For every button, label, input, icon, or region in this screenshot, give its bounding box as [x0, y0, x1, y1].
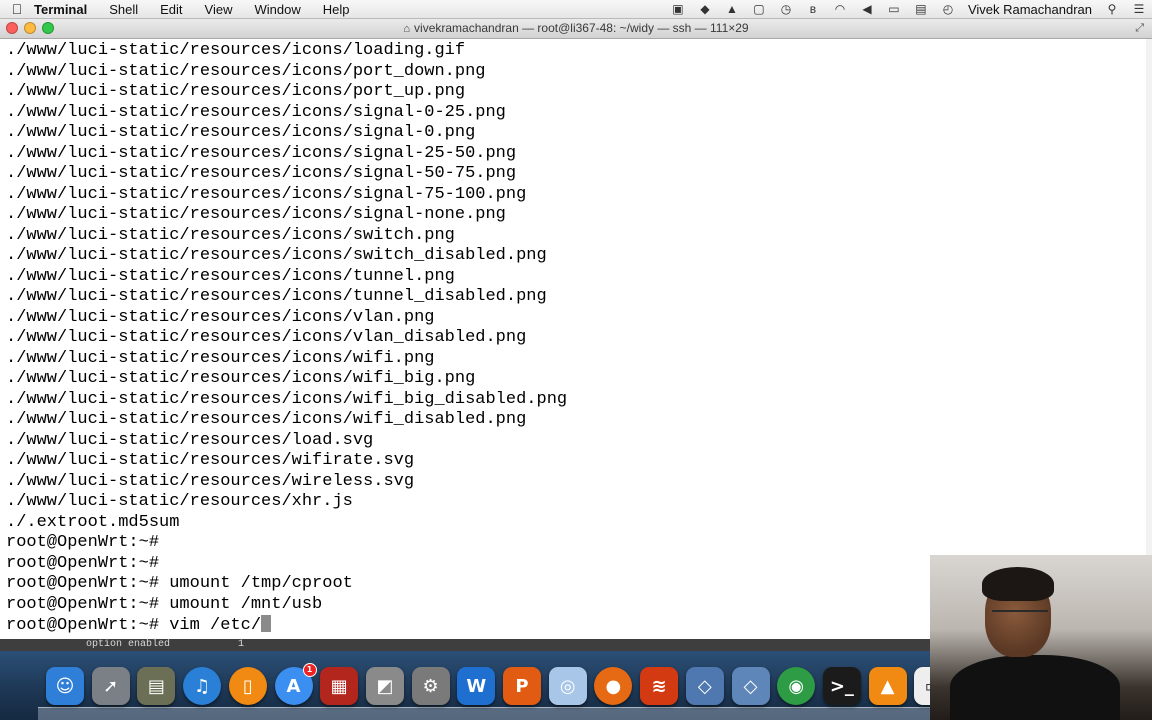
menu-view[interactable]: View: [205, 2, 233, 17]
presenter-shirt: [950, 655, 1120, 720]
volume-icon[interactable]: ◀: [860, 2, 874, 16]
presenter-glasses: [992, 610, 1048, 624]
image-capture-icon[interactable]: ▤: [137, 667, 176, 705]
menu-window[interactable]: Window: [255, 2, 301, 17]
screen-icon[interactable]: ▭: [914, 667, 930, 705]
menu-extras: ▣ ◆ ▲ ▢ ◷ ʙ ◠ ◀ ▭ ▤ ◴ Vivek Ramachandran…: [671, 0, 1146, 18]
terminal-prompt: root@OpenWrt:~#: [6, 616, 170, 635]
window-title: vivekramachandran — root@li367-48: ~/wid…: [414, 21, 749, 35]
terminal-line: ./www/luci-static/resources/icons/signal…: [6, 143, 517, 163]
status-left-text: option enabled: [86, 639, 171, 650]
terminal-line: ./www/luci-static/resources/icons/signal…: [6, 102, 506, 122]
terminal-line: root@OpenWrt:~# umount /tmp/cproot: [6, 574, 353, 593]
terminal-line: ./www/luci-static/resources/icons/wifi_d…: [6, 410, 527, 429]
terminal-line: ./.extroot.md5sum: [6, 512, 180, 532]
terminal-line: ./www/luci-static/resources/wireless.svg: [6, 471, 415, 491]
menu-edit[interactable]: Edit: [160, 2, 182, 17]
terminal-line: ./www/luci-static/resources/icons/signal…: [6, 164, 517, 183]
home-folder-icon: ⌂: [403, 23, 411, 35]
apple-menu-icon[interactable]: : [0, 1, 34, 17]
terminal-cursor: [261, 615, 272, 632]
terminal-line: ./www/luci-static/resources/icons/tunnel…: [6, 287, 547, 306]
window-title-bar[interactable]: ⌂ vivekramachandran — root@li367-48: ~/wi…: [0, 19, 1152, 39]
terminal-line: root@OpenWrt:~#: [6, 533, 160, 552]
terminal-line: ./www/luci-static/resources/icons/switch…: [6, 246, 547, 265]
preview-viewer-icon[interactable]: ◎: [548, 667, 587, 705]
itunes-icon[interactable]: ♫: [183, 667, 222, 705]
bluetooth-icon[interactable]: ʙ: [806, 2, 820, 16]
notification-bell-icon[interactable]: ▲: [725, 2, 739, 16]
vim-status-strip: option enabled 1: [0, 639, 930, 651]
launchpad-icon[interactable]: ➚: [91, 667, 130, 705]
user-name[interactable]: Vivek Ramachandran: [968, 2, 1092, 17]
dock-shelf: [38, 707, 930, 720]
fullscreen-icon[interactable]: ⤢: [1135, 22, 1144, 35]
clock-icon[interactable]: ◴: [941, 2, 955, 16]
system-preferences-icon[interactable]: ⚙: [411, 667, 450, 705]
terminal-line: root@OpenWrt:~#: [6, 553, 160, 573]
menu-app-name[interactable]: Terminal: [34, 2, 87, 17]
terminal-input[interactable]: vim /etc/: [169, 616, 261, 635]
webcam-overlay: [930, 555, 1152, 720]
time-machine-icon[interactable]: ◷: [779, 2, 793, 16]
keyboard-viewer-icon[interactable]: ▤: [914, 2, 928, 16]
terminal-line: ./www/luci-static/resources/icons/signal…: [6, 205, 506, 224]
terminal-line: ./www/luci-static/resources/icons/vlan_d…: [6, 328, 527, 347]
terminal-line: ./www/luci-static/resources/icons/tunnel…: [6, 266, 455, 286]
word-icon[interactable]: W: [457, 667, 496, 705]
wifi-icon[interactable]: ◠: [833, 2, 847, 16]
terminal-line: ./www/luci-static/resources/icons/port_u…: [6, 82, 466, 101]
status-right-text: 1: [238, 639, 245, 650]
finder-icon[interactable]: ☺: [46, 667, 84, 705]
terminal-line: ./www/luci-static/resources/wifirate.svg: [6, 451, 415, 470]
spotlight-search-icon[interactable]: ⚲: [1105, 2, 1119, 16]
terminal-output: ./www/luci-static/resources/icons/loadin…: [6, 41, 567, 637]
notification-center-icon[interactable]: ☰: [1132, 2, 1146, 16]
preview-icon[interactable]: ◩: [365, 667, 404, 705]
ibooks-icon[interactable]: ▯: [228, 667, 267, 705]
chrome-icon[interactable]: ◉: [777, 667, 816, 705]
app-store-icon[interactable]: A1: [274, 663, 317, 705]
terminal-line: ./www/luci-static/resources/icons/port_d…: [6, 61, 486, 81]
menu-shell[interactable]: Shell: [109, 2, 138, 17]
screen-share-icon[interactable]: ▢: [752, 2, 766, 16]
dock: ☺➚▤♫▯A1▦◩⚙WP◎●≋◇◇◉>_▲▭◈: [0, 651, 930, 720]
battery-icon[interactable]: ▭: [887, 2, 901, 16]
virtualbox-vm-icon[interactable]: ◇: [731, 667, 770, 705]
photo-booth-icon[interactable]: ▦: [320, 667, 359, 705]
terminal-line: root@OpenWrt:~# umount /mnt/usb: [6, 594, 323, 614]
virtualbox-icon[interactable]: ◇: [685, 667, 724, 705]
terminal-line: ./www/luci-static/resources/icons/wifi_b…: [6, 369, 476, 388]
terminal-scrollbar[interactable]: [1146, 39, 1152, 638]
terminal-line: ./www/luci-static/resources/icons/signal…: [6, 184, 527, 204]
firefox-icon[interactable]: ●: [594, 667, 633, 705]
terminal-line: ./www/luci-static/resources/icons/signal…: [6, 123, 476, 142]
menu-help[interactable]: Help: [323, 2, 350, 17]
presenter-hair: [982, 567, 1054, 601]
terminal-line: ./www/luci-static/resources/load.svg: [6, 430, 374, 450]
terminal-line: ./www/luci-static/resources/icons/vlan.p…: [6, 307, 435, 327]
notification-badge: 1: [302, 663, 317, 677]
powerpoint-icon[interactable]: P: [503, 667, 541, 705]
terminal-view[interactable]: ./www/luci-static/resources/icons/loadin…: [0, 39, 1146, 638]
window-title-group: ⌂ vivekramachandran — root@li367-48: ~/wi…: [0, 21, 1152, 35]
dropbox-icon[interactable]: ◆: [698, 2, 712, 16]
terminal-icon[interactable]: >_: [822, 667, 861, 705]
terminal-line: ./www/luci-static/resources/icons/switch…: [6, 225, 455, 245]
flashcards-icon[interactable]: ≋: [640, 667, 679, 705]
camera-icon[interactable]: ▣: [671, 2, 685, 16]
terminal-line: ./www/luci-static/resources/icons/wifi_b…: [6, 389, 568, 409]
terminal-line: ./www/luci-static/resources/icons/loadin…: [6, 41, 466, 60]
menu-bar:  Terminal Shell Edit View Window Help ▣…: [0, 0, 1152, 19]
vlc-icon[interactable]: ▲: [868, 667, 907, 705]
terminal-line: ./www/luci-static/resources/xhr.js: [6, 492, 353, 511]
terminal-line: ./www/luci-static/resources/icons/wifi.p…: [6, 348, 435, 368]
